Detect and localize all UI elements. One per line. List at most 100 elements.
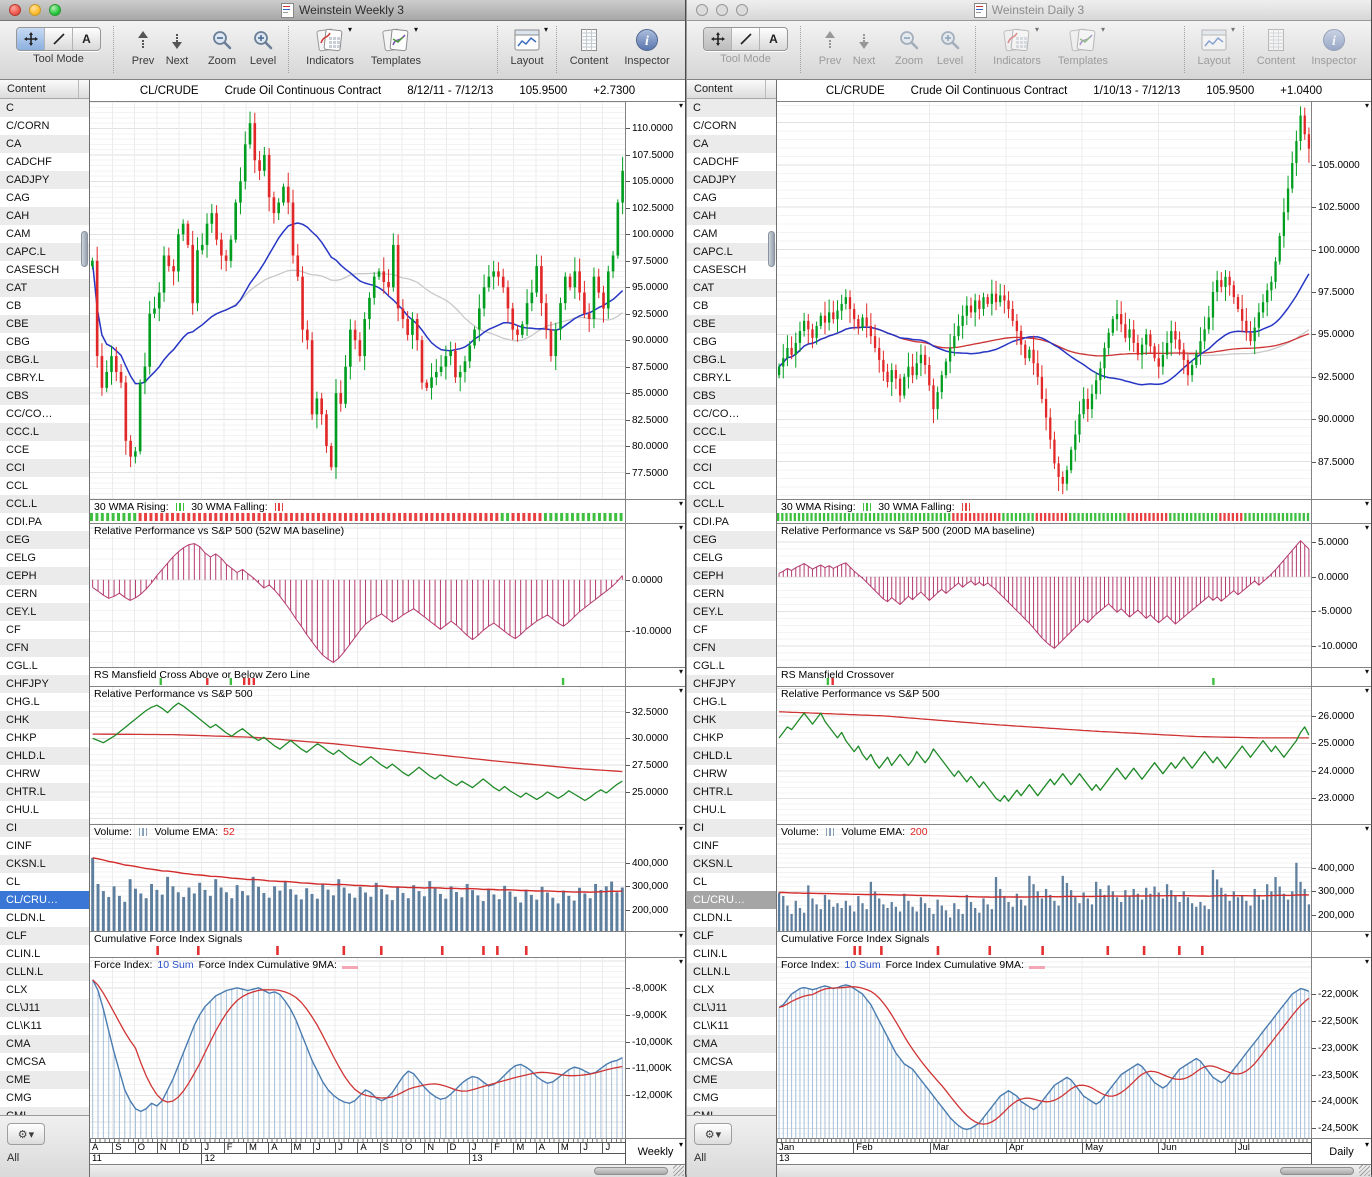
indicators-button[interactable]: ▾Indicators [300,27,360,67]
symbol-list-item[interactable]: CFN [0,639,89,657]
periodicity-selector[interactable]: Daily▾ [1311,1139,1371,1164]
panel-menu-icon[interactable]: ▾ [679,668,683,676]
line-tool-button[interactable] [731,28,759,50]
symbol-list-item[interactable]: CADJPY [0,171,89,189]
layout-button[interactable]: ▾Layout [505,27,549,67]
symbol-list-item[interactable]: CLX [687,981,776,999]
text-tool-button[interactable]: A [759,28,787,50]
symbol-list-item[interactable]: CCC.L [0,423,89,441]
panel-menu-icon[interactable]: ▾ [1365,687,1369,695]
symbol-list-item[interactable]: CAG [0,189,89,207]
panel-menu-icon[interactable]: ▾ [679,932,683,940]
symbol-list-item[interactable]: C [0,99,89,117]
symbol-list-item[interactable]: CHFJPY [0,675,89,693]
panel-rp-chart[interactable]: Relative Performance vs S&P 500 (52W MA … [90,524,625,667]
symbol-list-item[interactable]: CBRY.L [0,369,89,387]
symbol-list-item[interactable]: CEY.L [687,603,776,621]
symbol-list-item[interactable]: CL [0,873,89,891]
symbol-list-item[interactable]: CMG [0,1089,89,1107]
panel-price-chart[interactable] [777,102,1311,499]
panel-rp2-chart[interactable]: Relative Performance vs S&P 500 [90,687,625,824]
minimize-button[interactable] [29,4,41,16]
panel-price-chart[interactable] [90,102,625,499]
title-bar[interactable]: Weinstein Daily 3 [687,0,1371,21]
symbol-list-item[interactable]: CC/CO… [687,405,776,423]
symbol-list-item[interactable]: CELG [687,549,776,567]
periodicity-selector[interactable]: Weekly▾ [625,1139,685,1164]
symbol-list-item[interactable]: CCI [687,459,776,477]
symbol-list-item[interactable]: CINF [0,837,89,855]
panel-menu-icon[interactable]: ▾ [1365,932,1369,940]
symbol-list-item[interactable]: CL\J11 [0,999,89,1017]
symbol-list-item[interactable]: CDI.PA [0,513,89,531]
symbol-list-item[interactable]: CERN [687,585,776,603]
symbol-list-item[interactable]: CMI [0,1107,89,1115]
symbol-list-item[interactable]: CELG [0,549,89,567]
panel-menu-icon[interactable]: ▾ [1365,958,1369,966]
symbol-list-item[interactable]: CHG.L [0,693,89,711]
symbol-list-item[interactable]: CBE [687,315,776,333]
symbol-list-item[interactable]: CI [0,819,89,837]
periodicity-menu-icon[interactable]: ▾ [1365,1140,1369,1149]
symbol-list-item[interactable]: CL\K11 [0,1017,89,1035]
symbol-list-item[interactable]: CF [0,621,89,639]
symbol-list-item[interactable]: CHRW [0,765,89,783]
line-tool-button[interactable] [44,28,72,50]
symbol-list-item[interactable]: CBG [687,333,776,351]
symbol-list-item[interactable]: CAG [687,189,776,207]
gear-menu-button[interactable]: ⚙▾ [694,1123,732,1145]
symbol-list-item[interactable]: CHKP [687,729,776,747]
symbol-list-item[interactable]: CEG [687,531,776,549]
horizontal-scrollbar[interactable] [777,1165,1371,1177]
horizontal-scrollbar-thumb[interactable] [1280,1167,1354,1175]
symbol-list-item[interactable]: CMCSA [687,1053,776,1071]
symbol-list-item[interactable]: CA [687,135,776,153]
text-tool-button[interactable]: A [72,28,100,50]
symbol-list-item[interactable]: CA [0,135,89,153]
symbol-list[interactable]: CC/CORNCACADCHFCADJPYCAGCAHCAMCAPC.LCASE… [0,99,89,1115]
symbol-list-item[interactable]: CHU.L [0,801,89,819]
panel-rp2-chart[interactable]: Relative Performance vs S&P 500 [777,687,1311,824]
symbol-list-item[interactable]: CMA [0,1035,89,1053]
symbol-list-item[interactable]: CME [687,1071,776,1089]
panel-menu-icon[interactable]: ▾ [1365,668,1369,676]
panel-menu-icon[interactable]: ▾ [679,825,683,833]
level-button[interactable]: Level [246,27,280,67]
symbol-list-item[interactable]: CCC.L [687,423,776,441]
zoom-button[interactable] [736,4,748,16]
symbol-list-item[interactable]: CBE [0,315,89,333]
templates-button[interactable]: ▾Templates [366,27,426,67]
resize-grip[interactable] [1359,1165,1370,1176]
content-button[interactable]: Content [565,27,613,67]
symbol-list-item[interactable]: CDI.PA [687,513,776,531]
horizontal-scrollbar[interactable] [90,1165,685,1177]
symbol-list-item[interactable]: CBS [687,387,776,405]
symbol-list-item[interactable]: CASESCH [0,261,89,279]
symbol-list-item[interactable]: CC/CO… [0,405,89,423]
symbol-list-item[interactable]: CBG [0,333,89,351]
horizontal-scrollbar-thumb[interactable] [594,1167,668,1175]
symbol-list-item[interactable]: CLDN.L [0,909,89,927]
symbol-list-item[interactable]: CHTR.L [687,783,776,801]
zoom-button-toolbar[interactable]: Zoom [205,27,239,67]
symbol-list-item[interactable]: CAT [687,279,776,297]
symbol-list-item[interactable]: CL\K11 [687,1017,776,1035]
panel-menu-icon[interactable]: ▾ [679,102,683,110]
templates-button[interactable]: ▾Templates [1053,27,1113,67]
symbol-list-item[interactable]: CHKP [0,729,89,747]
symbol-list-item[interactable]: CAH [687,207,776,225]
indicators-button[interactable]: ▾Indicators [987,27,1047,67]
sidebar-scrollbar-thumb[interactable] [768,231,775,267]
symbol-list-item-selected[interactable]: CL/CRU… [687,891,776,909]
symbol-list-item[interactable]: CHU.L [687,801,776,819]
symbol-list-item[interactable]: CHRW [687,765,776,783]
close-button[interactable] [696,4,708,16]
panel-strip-chart[interactable]: 30 WMA Rising:30 WMA Falling: [777,500,1311,523]
zoom-button-toolbar[interactable]: Zoom [892,27,926,67]
zoom-button[interactable] [49,4,61,16]
symbol-list-item[interactable]: CHFJPY [687,675,776,693]
symbol-list-item[interactable]: CHG.L [687,693,776,711]
panel-menu-icon[interactable]: ▾ [679,524,683,532]
panel-strip-chart[interactable]: 30 WMA Rising:30 WMA Falling: [90,500,625,523]
symbol-list-item[interactable]: C/CORN [687,117,776,135]
